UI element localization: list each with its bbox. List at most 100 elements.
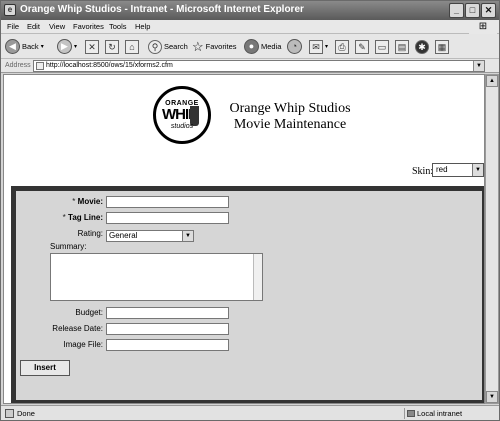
forward-button[interactable]: ▶ ▾ — [57, 38, 77, 55]
chevron-down-icon: ▼ — [472, 164, 483, 176]
refresh-button[interactable]: ↻ — [105, 38, 119, 55]
page-title-line1: Orange Whip Studios — [229, 101, 351, 116]
home-icon: ⌂ — [125, 39, 139, 54]
summary-textarea[interactable] — [50, 253, 263, 301]
back-label: Back — [22, 42, 39, 51]
maximize-button[interactable]: □ — [465, 3, 480, 18]
page-scrollbar[interactable]: ▲ ▼ — [485, 74, 499, 404]
budget-label: Budget: — [75, 308, 103, 317]
movie-label-text: Movie: — [77, 197, 103, 206]
menu-tools[interactable]: Tools — [109, 22, 127, 31]
messenger-icon: ✱ — [415, 39, 429, 54]
tool-icon: ▦ — [435, 39, 449, 54]
stop-button[interactable]: ✕ — [85, 38, 99, 55]
release-date-input[interactable] — [106, 323, 229, 335]
media-icon: ● — [244, 39, 259, 54]
star-icon: ☆ — [192, 38, 204, 54]
search-icon: ⚲ — [148, 39, 162, 54]
movie-input[interactable] — [106, 196, 229, 208]
page-title-line2: Movie Maintenance — [233, 117, 347, 132]
messenger-button[interactable]: ✱ — [415, 38, 429, 55]
title-bar[interactable]: e Orange Whip Studios - Intranet - Micro… — [1, 1, 499, 20]
rating-select[interactable]: General ▼ — [106, 230, 194, 242]
orange-whip-logo: ORANGE WHIP studios — [153, 86, 211, 144]
menu-file[interactable]: File — [7, 22, 19, 31]
menu-edit[interactable]: Edit — [27, 22, 40, 31]
history-button[interactable]: ◔ — [287, 38, 302, 55]
insert-button[interactable]: Insert — [20, 360, 70, 376]
discuss-button[interactable]: ▭ — [375, 38, 389, 55]
back-arrow-icon: ◀ — [5, 39, 20, 54]
edit-button[interactable]: ✎ — [355, 38, 369, 55]
windows-logo-icon: ⊞ — [469, 20, 497, 34]
refresh-icon: ↻ — [105, 39, 119, 54]
media-label: Media — [261, 42, 282, 51]
tagline-label: * Tag Line: — [13, 213, 103, 222]
address-url: http://localhost:8500/ows/15/xforms2.cfm — [46, 62, 173, 69]
menu-bar: File Edit View Favorites Tools Help — [1, 20, 499, 34]
status-text: Done — [17, 409, 35, 418]
page-done-icon — [5, 409, 14, 418]
zone-text: Local intranet — [417, 409, 463, 418]
page-icon — [36, 62, 44, 70]
minimize-button[interactable]: _ — [449, 3, 464, 18]
search-label: Search — [164, 42, 188, 51]
chevron-down-icon: ▾ — [40, 44, 44, 50]
movie-label: * Movie: — [13, 197, 103, 206]
image-file-label: Image File: — [63, 340, 103, 349]
mail-button[interactable]: ✉ ▾ — [309, 38, 328, 55]
chevron-down-icon: ▼ — [182, 231, 193, 241]
chevron-down-icon: ▾ — [325, 44, 329, 50]
history-icon: ◔ — [287, 39, 302, 54]
intranet-icon — [407, 410, 415, 417]
skin-select[interactable]: red ▼ — [432, 163, 484, 177]
search-button[interactable]: ⚲ Search — [148, 38, 188, 55]
window-title: Orange Whip Studios - Intranet - Microso… — [20, 4, 304, 15]
textarea-scrollbar[interactable] — [253, 254, 262, 300]
scroll-up-icon[interactable]: ▲ — [486, 75, 498, 87]
print-button[interactable]: ⎙ — [335, 38, 349, 55]
edit-icon: ✎ — [355, 39, 369, 54]
mail-icon: ✉ — [309, 39, 323, 54]
chevron-down-icon: ▾ — [74, 44, 78, 50]
forward-arrow-icon: ▶ — [57, 39, 72, 54]
home-button[interactable]: ⌂ — [125, 38, 139, 55]
stop-icon: ✕ — [85, 39, 99, 54]
menu-favorites[interactable]: Favorites — [73, 22, 104, 31]
address-label: Address — [5, 62, 31, 69]
toolbar: ◀ Back ▾ ▶ ▾ ✕ ↻ ⌂ ⚲ Search ☆ Favorites … — [1, 34, 499, 59]
summary-label: Summary: — [50, 242, 87, 251]
security-zone: Local intranet — [404, 408, 498, 419]
chevron-down-icon[interactable]: ▼ — [473, 61, 484, 71]
logo-text-bottom: studios — [170, 123, 194, 130]
budget-input[interactable] — [106, 307, 229, 319]
required-marker: * — [62, 213, 66, 222]
tagline-input[interactable] — [106, 212, 229, 224]
movie-form: * Movie: * Tag Line: Rating: General ▼ S… — [11, 186, 484, 403]
close-button[interactable]: ✕ — [481, 3, 496, 18]
menu-view[interactable]: View — [49, 22, 65, 31]
skin-label: Skin: — [412, 166, 434, 177]
discuss-icon: ▭ — [375, 39, 389, 54]
tagline-label-text: Tag Line: — [68, 213, 103, 222]
browser-window: e Orange Whip Studios - Intranet - Micro… — [0, 0, 500, 421]
address-input[interactable]: http://localhost:8500/ows/15/xforms2.cfm… — [33, 60, 485, 72]
required-marker: * — [72, 197, 76, 206]
ie-icon: e — [4, 4, 16, 16]
back-button[interactable]: ◀ Back ▾ — [5, 38, 44, 55]
skin-value: red — [436, 165, 448, 174]
research-button[interactable]: ▤ — [395, 38, 409, 55]
address-bar: Address http://localhost:8500/ows/15/xfo… — [1, 59, 499, 73]
rating-value: General — [109, 231, 138, 240]
page-content: ORANGE WHIP studios Orange Whip Studios … — [3, 74, 485, 404]
media-button[interactable]: ● Media — [244, 38, 281, 55]
release-date-label: Release Date: — [52, 324, 103, 333]
favorites-label: Favorites — [205, 42, 237, 51]
favorites-button[interactable]: ☆ Favorites — [192, 38, 237, 55]
image-file-input[interactable] — [106, 339, 229, 351]
scroll-down-icon[interactable]: ▼ — [486, 391, 498, 403]
print-icon: ⎙ — [335, 39, 349, 54]
extra-tool-button[interactable]: ▦ — [435, 38, 449, 55]
rating-label: Rating: — [77, 229, 103, 238]
menu-help[interactable]: Help — [135, 22, 150, 31]
